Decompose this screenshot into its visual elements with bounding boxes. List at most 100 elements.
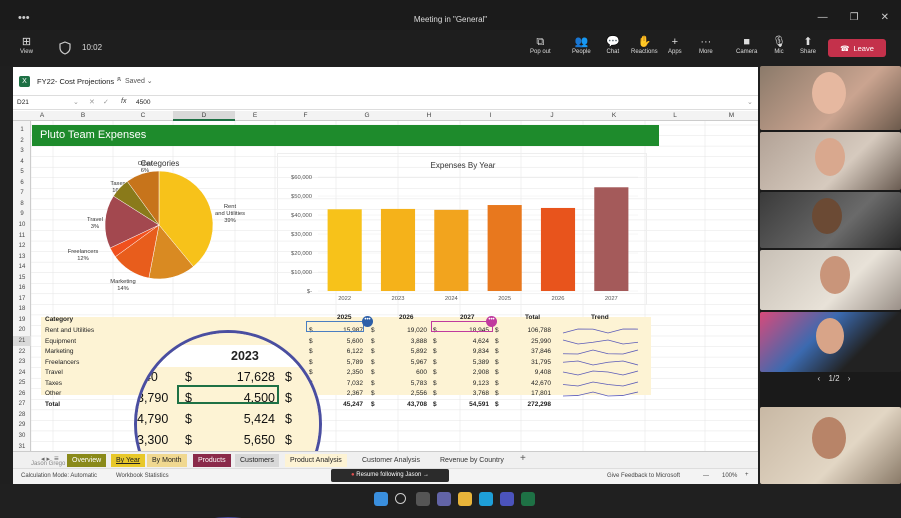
table-cell[interactable]: 272,298	[511, 401, 552, 408]
cancel-icon[interactable]: ✕	[89, 98, 95, 106]
column-header[interactable]: L	[645, 111, 705, 121]
sheet-tab[interactable]: By Year	[111, 454, 146, 467]
share-button[interactable]: ⬆ Share	[800, 36, 816, 55]
column-header[interactable]: C	[113, 111, 173, 121]
table-cell[interactable]: 25,990	[511, 338, 551, 345]
prev-page-icon[interactable]: ‹	[818, 374, 821, 383]
table-row-category[interactable]: Freelancers	[45, 359, 79, 366]
table-cell[interactable]: 17,801	[511, 390, 551, 397]
add-sheet-button[interactable]: +	[520, 453, 526, 464]
people-button[interactable]: 👥 People	[572, 36, 591, 55]
row-header[interactable]: 13	[13, 252, 31, 262]
bar[interactable]	[434, 209, 469, 291]
magnifier-value[interactable]: 5,424	[217, 412, 275, 426]
row-header[interactable]: 28	[13, 410, 31, 420]
table-cell[interactable]: 42,670	[511, 380, 551, 387]
check-icon[interactable]: ✓	[103, 98, 109, 106]
column-header[interactable]: J	[521, 111, 583, 121]
column-header[interactable]: H	[398, 111, 460, 121]
zoom-plus-icon[interactable]: +	[745, 472, 749, 478]
table-cell[interactable]: 7,032	[323, 380, 363, 387]
minimize-icon[interactable]: —	[818, 12, 828, 23]
coauthor-avatar-icon[interactable]: •••	[362, 316, 373, 327]
sheet-tab[interactable]: By Month	[147, 454, 187, 467]
edge-icon[interactable]	[479, 492, 493, 506]
bar[interactable]	[327, 209, 362, 291]
table-cell[interactable]: 3,768	[449, 390, 489, 397]
name-box-dropdown-icon[interactable]: ⌄	[73, 98, 79, 106]
table-cell[interactable]: 5,892	[387, 348, 427, 355]
column-header[interactable]: G	[336, 111, 398, 121]
formula-input[interactable]: 4500	[136, 99, 150, 106]
teams-chat-icon[interactable]	[437, 492, 451, 506]
teams-icon[interactable]	[500, 492, 514, 506]
bar[interactable]	[540, 207, 576, 291]
column-header[interactable]: E	[235, 111, 275, 121]
row-header[interactable]: 15	[13, 273, 31, 283]
row-header[interactable]: 12	[13, 241, 31, 251]
row-header[interactable]: 29	[13, 420, 31, 430]
table-row-category[interactable]: Taxes	[45, 380, 62, 387]
column-header[interactable]: B	[53, 111, 113, 121]
row-header[interactable]: 14	[13, 262, 31, 272]
leave-button[interactable]: ☎ Leave	[828, 39, 886, 57]
coauthor-avatar-icon[interactable]: •••	[486, 316, 497, 327]
table-cell[interactable]: 31,795	[511, 359, 551, 366]
row-header[interactable]: 10	[13, 220, 31, 230]
row-header[interactable]: 17	[13, 294, 31, 304]
expand-formula-icon[interactable]: ⌄	[747, 98, 753, 106]
sheet-tab[interactable]: Customers	[235, 454, 279, 467]
table-row-category[interactable]: Rent and Utilities	[45, 327, 94, 334]
table-cell[interactable]: 2,350	[323, 369, 363, 376]
table-row-category[interactable]: Equipment	[45, 338, 76, 345]
feedback-link[interactable]: Give Feedback to Microsoft	[607, 473, 680, 479]
more-button[interactable]: ··· More	[699, 36, 713, 55]
table-cell[interactable]: 9,834	[449, 348, 489, 355]
file-explorer-icon[interactable]	[458, 492, 472, 506]
row-header[interactable]: 5	[13, 167, 31, 177]
table-row-category[interactable]: Total	[45, 401, 60, 408]
column-header[interactable]: D	[173, 111, 235, 121]
workbook-statistics[interactable]: Workbook Statistics	[116, 473, 169, 479]
sheet-tab[interactable]: Product Analysis	[285, 454, 347, 467]
table-cell[interactable]: 6,122	[323, 348, 363, 355]
table-cell[interactable]: 5,789	[323, 359, 363, 366]
view-button[interactable]: ⊞ View	[20, 36, 33, 55]
camera-button[interactable]: ■ Camera	[736, 36, 757, 55]
row-header[interactable]: 1	[13, 125, 31, 135]
table-cell[interactable]: 9,123	[449, 380, 489, 387]
pie-chart[interactable]: Categories Rent and Utilities 39% Marketing…	[35, 153, 285, 313]
participant-video[interactable]	[760, 132, 901, 190]
row-header[interactable]: 31	[13, 442, 31, 452]
chat-button[interactable]: 💬 Chat	[606, 36, 620, 55]
bar[interactable]	[487, 205, 522, 291]
magnifier-value[interactable]: 5,650	[217, 433, 275, 447]
table-cell[interactable]: 106,788	[511, 327, 552, 334]
excel-icon[interactable]	[521, 492, 535, 506]
table-row-category[interactable]: Travel	[45, 369, 63, 376]
participant-video[interactable]	[760, 407, 901, 484]
table-cell[interactable]: 2,556	[387, 390, 427, 397]
reactions-button[interactable]: ✋ Reactions	[631, 36, 658, 55]
table-cell[interactable]: 2,367	[323, 390, 363, 397]
table-row-category[interactable]: Other	[45, 390, 61, 397]
sheet-tab[interactable]: Overview	[67, 454, 107, 467]
close-icon[interactable]: ✕	[881, 12, 889, 23]
magnifier-value[interactable]: 17,628	[217, 370, 275, 384]
participant-video[interactable]	[760, 66, 901, 130]
row-header[interactable]: 30	[13, 431, 31, 441]
bar[interactable]	[594, 187, 629, 291]
task-view-icon[interactable]	[416, 492, 430, 506]
row-header[interactable]: 8	[13, 199, 31, 209]
row-header[interactable]: 11	[13, 231, 31, 241]
row-header[interactable]: 2	[13, 136, 31, 146]
search-icon[interactable]	[395, 493, 406, 504]
name-box[interactable]: D21	[17, 99, 29, 106]
restore-icon[interactable]: ❐	[850, 12, 859, 23]
table-cell[interactable]: 3,888	[387, 338, 427, 345]
table-cell[interactable]: 4,624	[449, 338, 489, 345]
table-row-category[interactable]: Marketing	[45, 348, 74, 355]
function-icon[interactable]: fx	[121, 98, 126, 105]
column-header[interactable]: I	[460, 111, 521, 121]
column-header[interactable]: K	[583, 111, 645, 121]
